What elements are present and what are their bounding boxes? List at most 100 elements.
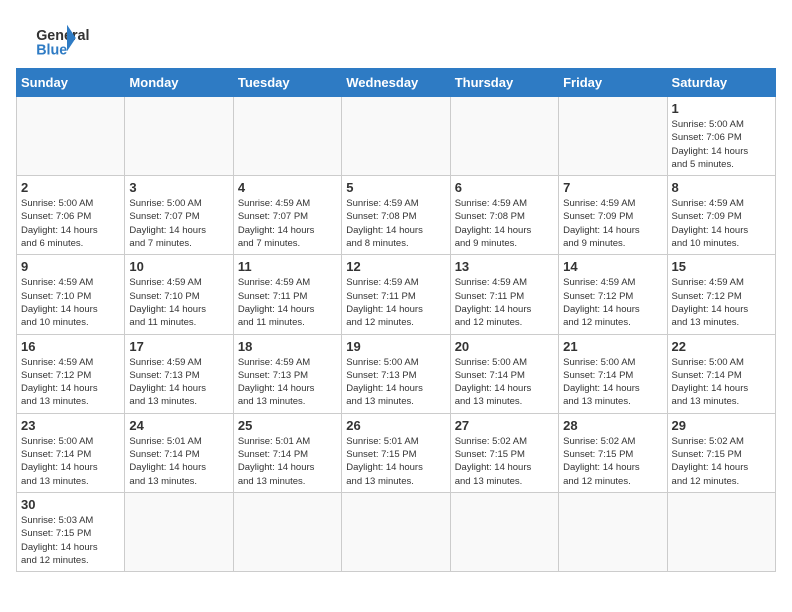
day-number: 17: [129, 339, 228, 354]
calendar-week-3: 9 Sunrise: 4:59 AM Sunset: 7:10 PM Daylig…: [17, 255, 776, 334]
day-info: Sunrise: 4:59 AM Sunset: 7:10 PM Dayligh…: [129, 276, 228, 329]
day-info: Sunrise: 5:00 AM Sunset: 7:07 PM Dayligh…: [129, 197, 228, 250]
day-number: 9: [21, 259, 120, 274]
calendar-week-4: 16 Sunrise: 4:59 AM Sunset: 7:12 PM Dayli…: [17, 334, 776, 413]
calendar-cell: 16 Sunrise: 4:59 AM Sunset: 7:12 PM Dayli…: [17, 334, 125, 413]
calendar-cell: [667, 492, 775, 571]
calendar-cell: 10 Sunrise: 4:59 AM Sunset: 7:10 PM Dayli…: [125, 255, 233, 334]
day-number: 5: [346, 180, 445, 195]
day-number: 28: [563, 418, 662, 433]
calendar-cell: [559, 97, 667, 176]
day-number: 20: [455, 339, 554, 354]
day-number: 10: [129, 259, 228, 274]
calendar-cell: 8 Sunrise: 4:59 AM Sunset: 7:09 PM Daylig…: [667, 176, 775, 255]
day-number: 7: [563, 180, 662, 195]
calendar-cell: 20 Sunrise: 5:00 AM Sunset: 7:14 PM Dayli…: [450, 334, 558, 413]
calendar-cell: 14 Sunrise: 4:59 AM Sunset: 7:12 PM Dayli…: [559, 255, 667, 334]
logo: General Blue: [16, 16, 96, 60]
calendar-cell: [342, 97, 450, 176]
calendar-cell: [233, 492, 341, 571]
calendar-cell: 11 Sunrise: 4:59 AM Sunset: 7:11 PM Dayli…: [233, 255, 341, 334]
day-number: 22: [672, 339, 771, 354]
calendar-cell: [125, 492, 233, 571]
day-info: Sunrise: 5:00 AM Sunset: 7:06 PM Dayligh…: [21, 197, 120, 250]
day-info: Sunrise: 4:59 AM Sunset: 7:09 PM Dayligh…: [672, 197, 771, 250]
day-info: Sunrise: 5:00 AM Sunset: 7:14 PM Dayligh…: [21, 435, 120, 488]
day-number: 21: [563, 339, 662, 354]
day-number: 29: [672, 418, 771, 433]
calendar-cell: 24 Sunrise: 5:01 AM Sunset: 7:14 PM Dayli…: [125, 413, 233, 492]
day-info: Sunrise: 5:00 AM Sunset: 7:06 PM Dayligh…: [672, 118, 771, 171]
day-info: Sunrise: 5:00 AM Sunset: 7:14 PM Dayligh…: [563, 356, 662, 409]
calendar-cell: 26 Sunrise: 5:01 AM Sunset: 7:15 PM Dayli…: [342, 413, 450, 492]
day-info: Sunrise: 4:59 AM Sunset: 7:11 PM Dayligh…: [238, 276, 337, 329]
day-info: Sunrise: 5:02 AM Sunset: 7:15 PM Dayligh…: [563, 435, 662, 488]
day-info: Sunrise: 4:59 AM Sunset: 7:07 PM Dayligh…: [238, 197, 337, 250]
calendar-cell: 2 Sunrise: 5:00 AM Sunset: 7:06 PM Daylig…: [17, 176, 125, 255]
calendar-cell: 1 Sunrise: 5:00 AM Sunset: 7:06 PM Daylig…: [667, 97, 775, 176]
day-number: 26: [346, 418, 445, 433]
day-number: 24: [129, 418, 228, 433]
calendar-cell: 21 Sunrise: 5:00 AM Sunset: 7:14 PM Dayli…: [559, 334, 667, 413]
calendar-week-5: 23 Sunrise: 5:00 AM Sunset: 7:14 PM Dayli…: [17, 413, 776, 492]
calendar-cell: 17 Sunrise: 4:59 AM Sunset: 7:13 PM Dayli…: [125, 334, 233, 413]
calendar-cell: [17, 97, 125, 176]
day-number: 14: [563, 259, 662, 274]
day-info: Sunrise: 4:59 AM Sunset: 7:10 PM Dayligh…: [21, 276, 120, 329]
day-info: Sunrise: 5:00 AM Sunset: 7:14 PM Dayligh…: [455, 356, 554, 409]
day-number: 1: [672, 101, 771, 116]
day-info: Sunrise: 4:59 AM Sunset: 7:13 PM Dayligh…: [129, 356, 228, 409]
day-info: Sunrise: 4:59 AM Sunset: 7:12 PM Dayligh…: [21, 356, 120, 409]
header: General Blue: [16, 16, 776, 60]
day-number: 15: [672, 259, 771, 274]
day-number: 8: [672, 180, 771, 195]
svg-text:Blue: Blue: [36, 43, 67, 59]
calendar-cell: 27Sunrise: 5:02 AM Sunset: 7:15 PM Dayli…: [450, 413, 558, 492]
calendar-cell: 6Sunrise: 4:59 AM Sunset: 7:08 PM Daylig…: [450, 176, 558, 255]
calendar-cell: 28 Sunrise: 5:02 AM Sunset: 7:15 PM Dayli…: [559, 413, 667, 492]
day-info: Sunrise: 4:59 AM Sunset: 7:12 PM Dayligh…: [563, 276, 662, 329]
calendar-week-6: 30 Sunrise: 5:03 AM Sunset: 7:15 PM Dayli…: [17, 492, 776, 571]
logo-icon: General Blue: [16, 16, 96, 60]
day-number: 18: [238, 339, 337, 354]
calendar-cell: [233, 97, 341, 176]
calendar-cell: 7Sunrise: 4:59 AM Sunset: 7:09 PM Daylig…: [559, 176, 667, 255]
calendar-week-1: 1 Sunrise: 5:00 AM Sunset: 7:06 PM Daylig…: [17, 97, 776, 176]
calendar-cell: [125, 97, 233, 176]
day-info: Sunrise: 5:03 AM Sunset: 7:15 PM Dayligh…: [21, 514, 120, 567]
day-number: 23: [21, 418, 120, 433]
day-number: 16: [21, 339, 120, 354]
day-info: Sunrise: 5:01 AM Sunset: 7:14 PM Dayligh…: [129, 435, 228, 488]
day-info: Sunrise: 5:02 AM Sunset: 7:15 PM Dayligh…: [455, 435, 554, 488]
day-info: Sunrise: 5:00 AM Sunset: 7:14 PM Dayligh…: [672, 356, 771, 409]
day-number: 13: [455, 259, 554, 274]
day-number: 2: [21, 180, 120, 195]
calendar-cell: [450, 492, 558, 571]
calendar-cell: 9 Sunrise: 4:59 AM Sunset: 7:10 PM Daylig…: [17, 255, 125, 334]
calendar-cell: [342, 492, 450, 571]
day-info: Sunrise: 4:59 AM Sunset: 7:13 PM Dayligh…: [238, 356, 337, 409]
calendar-cell: 25Sunrise: 5:01 AM Sunset: 7:14 PM Dayli…: [233, 413, 341, 492]
weekday-header-thursday: Thursday: [450, 69, 558, 97]
day-number: 12: [346, 259, 445, 274]
day-info: Sunrise: 5:00 AM Sunset: 7:13 PM Dayligh…: [346, 356, 445, 409]
day-info: Sunrise: 4:59 AM Sunset: 7:12 PM Dayligh…: [672, 276, 771, 329]
weekday-header-saturday: Saturday: [667, 69, 775, 97]
day-info: Sunrise: 5:01 AM Sunset: 7:14 PM Dayligh…: [238, 435, 337, 488]
weekday-header-sunday: Sunday: [17, 69, 125, 97]
day-number: 3: [129, 180, 228, 195]
weekday-header-friday: Friday: [559, 69, 667, 97]
calendar-table: SundayMondayTuesdayWednesdayThursdayFrid…: [16, 68, 776, 572]
calendar-cell: 4Sunrise: 4:59 AM Sunset: 7:07 PM Daylig…: [233, 176, 341, 255]
day-info: Sunrise: 5:01 AM Sunset: 7:15 PM Dayligh…: [346, 435, 445, 488]
calendar-cell: 29 Sunrise: 5:02 AM Sunset: 7:15 PM Dayli…: [667, 413, 775, 492]
calendar-cell: 12 Sunrise: 4:59 AM Sunset: 7:11 PM Dayli…: [342, 255, 450, 334]
calendar-cell: [559, 492, 667, 571]
calendar-cell: 3 Sunrise: 5:00 AM Sunset: 7:07 PM Daylig…: [125, 176, 233, 255]
day-number: 6: [455, 180, 554, 195]
day-info: Sunrise: 5:02 AM Sunset: 7:15 PM Dayligh…: [672, 435, 771, 488]
day-info: Sunrise: 4:59 AM Sunset: 7:11 PM Dayligh…: [346, 276, 445, 329]
weekday-header-monday: Monday: [125, 69, 233, 97]
day-number: 11: [238, 259, 337, 274]
day-number: 30: [21, 497, 120, 512]
